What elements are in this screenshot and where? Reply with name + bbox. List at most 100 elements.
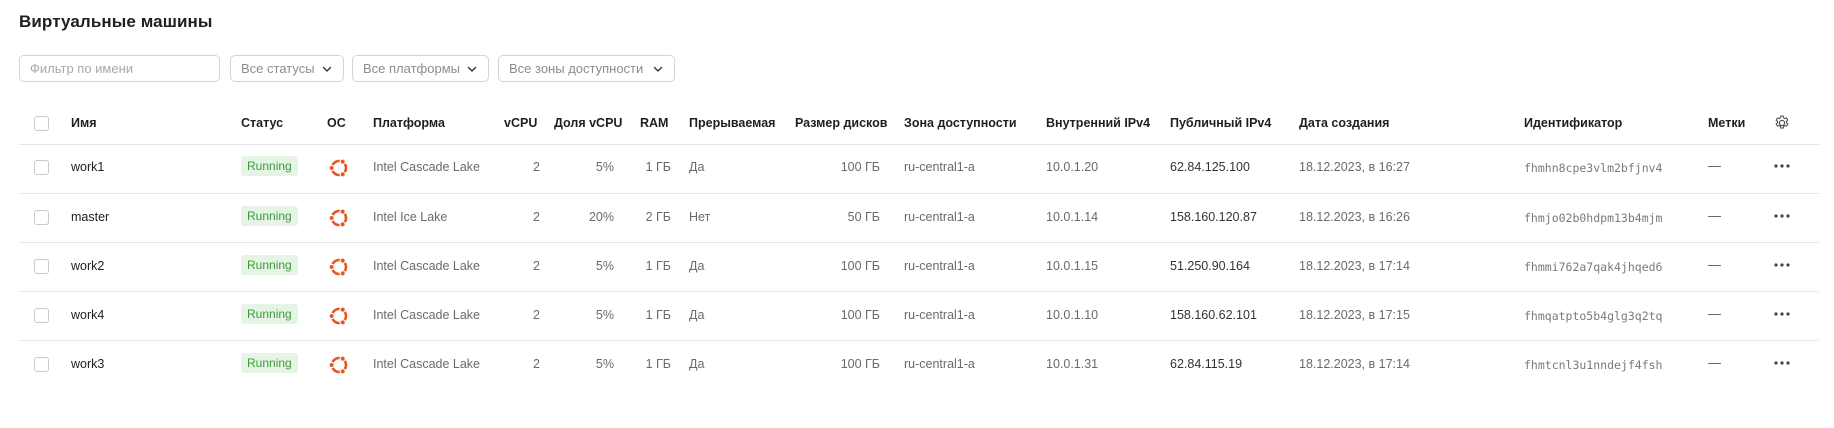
vcpu-share-cell: 5% bbox=[595, 259, 614, 273]
ram-cell: 2 ГБ bbox=[645, 210, 671, 224]
preemptible-cell: Да bbox=[689, 160, 705, 174]
col-name[interactable]: Имя bbox=[71, 116, 97, 130]
col-disk-size[interactable]: Размер дисков bbox=[795, 116, 887, 130]
zone-cell: ru-central1-a bbox=[904, 357, 975, 371]
col-zone[interactable]: Зона доступности bbox=[904, 116, 1017, 130]
platform-cell: Intel Cascade Lake bbox=[373, 160, 481, 174]
zone-filter-select[interactable]: Все зоны доступности bbox=[498, 55, 675, 82]
col-public-ip[interactable]: Публичный IPv4 bbox=[1170, 116, 1271, 130]
row-checkbox[interactable] bbox=[34, 357, 49, 372]
page-title: Виртуальные машины bbox=[19, 12, 213, 31]
ram-cell: 1 ГБ bbox=[645, 308, 671, 322]
vcpu-cell: 2 bbox=[533, 259, 540, 273]
row-checkbox[interactable] bbox=[34, 308, 49, 323]
col-preemptible[interactable]: Прерываемая bbox=[689, 116, 775, 130]
chevron-down-icon bbox=[466, 63, 478, 75]
public-ip-cell: 158.160.62.101 bbox=[1170, 308, 1257, 322]
labels-cell: — bbox=[1708, 257, 1721, 272]
preemptible-cell: Да bbox=[689, 357, 705, 371]
labels-cell: — bbox=[1708, 158, 1721, 173]
col-os[interactable]: ОС bbox=[327, 116, 346, 130]
col-internal-ip[interactable]: Внутренний IPv4 bbox=[1046, 116, 1150, 130]
public-ip-cell: 51.250.90.164 bbox=[1170, 259, 1250, 273]
vcpu-share-cell: 5% bbox=[595, 308, 614, 322]
vcpu-cell: 2 bbox=[533, 357, 540, 371]
labels-cell: — bbox=[1708, 306, 1721, 321]
col-labels[interactable]: Метки bbox=[1708, 116, 1745, 130]
vm-name-link[interactable]: work3 bbox=[71, 357, 104, 371]
chevron-down-icon bbox=[652, 63, 664, 75]
gear-icon[interactable] bbox=[1773, 114, 1791, 132]
zone-cell: ru-central1-a bbox=[904, 308, 975, 322]
col-id[interactable]: Идентификатор bbox=[1524, 116, 1622, 130]
created-cell: 18.12.2023, в 17:15 bbox=[1299, 308, 1410, 322]
preemptible-cell: Нет bbox=[689, 210, 711, 224]
internal-ip-cell: 10.0.1.20 bbox=[1046, 160, 1099, 174]
table-row[interactable]: work4 Running Intel Cascade Lake 2 5% 1 … bbox=[19, 291, 1819, 340]
vm-name-link[interactable]: work4 bbox=[71, 308, 104, 322]
vm-id-cell: fhmqatpto5b4glg3q2tq bbox=[1524, 309, 1663, 323]
more-actions-icon[interactable] bbox=[1771, 354, 1793, 372]
table-row[interactable]: work1 Running Intel Cascade Lake 2 5% 1 … bbox=[19, 144, 1819, 193]
vm-list-page: Виртуальные машины Все статусы Все платф… bbox=[0, 0, 1834, 428]
internal-ip-cell: 10.0.1.14 bbox=[1046, 210, 1099, 224]
ram-cell: 1 ГБ bbox=[645, 259, 671, 273]
vcpu-cell: 2 bbox=[533, 210, 540, 224]
platform-cell: Intel Cascade Lake bbox=[373, 308, 481, 322]
status-badge: Running bbox=[241, 304, 298, 324]
internal-ip-cell: 10.0.1.10 bbox=[1046, 308, 1099, 322]
name-filter-field[interactable] bbox=[19, 55, 220, 82]
ubuntu-icon bbox=[328, 355, 348, 375]
labels-cell: — bbox=[1708, 355, 1721, 370]
ubuntu-icon bbox=[328, 158, 348, 178]
public-ip-cell: 62.84.115.19 bbox=[1170, 357, 1243, 371]
more-actions-icon[interactable] bbox=[1771, 256, 1793, 274]
col-vcpu[interactable]: vCPU bbox=[504, 116, 537, 130]
name-filter-input[interactable] bbox=[20, 56, 219, 81]
disk-size-cell: 50 ГБ bbox=[847, 210, 880, 224]
col-ram[interactable]: RAM bbox=[640, 116, 668, 130]
vcpu-share-cell: 20% bbox=[588, 210, 614, 224]
row-checkbox[interactable] bbox=[34, 259, 49, 274]
more-actions-icon[interactable] bbox=[1771, 305, 1793, 323]
internal-ip-cell: 10.0.1.15 bbox=[1046, 259, 1099, 273]
ram-cell: 1 ГБ bbox=[645, 357, 671, 371]
col-created[interactable]: Дата создания bbox=[1299, 116, 1389, 130]
col-vcpu-share[interactable]: Доля vCPU bbox=[554, 116, 622, 130]
col-status[interactable]: Статус bbox=[241, 116, 283, 130]
table-row[interactable]: master Running Intel Ice Lake 2 20% 2 ГБ… bbox=[19, 193, 1819, 242]
more-actions-icon[interactable] bbox=[1771, 207, 1793, 225]
created-cell: 18.12.2023, в 16:26 bbox=[1299, 210, 1410, 224]
internal-ip-cell: 10.0.1.31 bbox=[1046, 357, 1099, 371]
status-badge: Running bbox=[241, 255, 298, 275]
vm-id-cell: fhmjo02b0hdpm13b4mjm bbox=[1524, 211, 1663, 225]
status-badge: Running bbox=[241, 206, 298, 226]
status-badge: Running bbox=[241, 353, 298, 373]
vm-id-cell: fhmtcnl3u1nndejf4fsh bbox=[1524, 358, 1663, 372]
labels-cell: — bbox=[1708, 208, 1721, 223]
vm-id-cell: fhmmi762a7qak4jhqed6 bbox=[1524, 260, 1663, 274]
row-checkbox[interactable] bbox=[34, 160, 49, 175]
status-filter-select[interactable]: Все статусы bbox=[230, 55, 344, 82]
vm-name-link[interactable]: work2 bbox=[71, 259, 104, 273]
row-checkbox[interactable] bbox=[34, 210, 49, 225]
vm-name-link[interactable]: master bbox=[71, 210, 109, 224]
zone-cell: ru-central1-a bbox=[904, 259, 975, 273]
public-ip-cell: 62.84.125.100 bbox=[1170, 160, 1250, 174]
platform-cell: Intel Cascade Lake bbox=[373, 357, 481, 371]
created-cell: 18.12.2023, в 17:14 bbox=[1299, 357, 1410, 371]
table-row[interactable]: work3 Running Intel Cascade Lake 2 5% 1 … bbox=[19, 340, 1819, 389]
platform-filter-label: Все платформы bbox=[363, 61, 460, 76]
vm-name-link[interactable]: work1 bbox=[71, 160, 104, 174]
chevron-down-icon bbox=[321, 63, 333, 75]
platform-filter-select[interactable]: Все платформы bbox=[352, 55, 489, 82]
created-cell: 18.12.2023, в 17:14 bbox=[1299, 259, 1410, 273]
more-actions-icon[interactable] bbox=[1771, 157, 1793, 175]
table-header: Имя Статус ОС Платформа vCPU Доля vCPU R… bbox=[19, 104, 1819, 145]
col-platform[interactable]: Платформа bbox=[373, 116, 445, 130]
vm-id-cell: fhmhn8cpe3vlm2bfjnv4 bbox=[1524, 161, 1663, 175]
select-all-checkbox[interactable] bbox=[34, 116, 49, 131]
ubuntu-icon bbox=[328, 257, 348, 277]
zone-cell: ru-central1-a bbox=[904, 160, 975, 174]
table-row[interactable]: work2 Running Intel Cascade Lake 2 5% 1 … bbox=[19, 242, 1819, 291]
